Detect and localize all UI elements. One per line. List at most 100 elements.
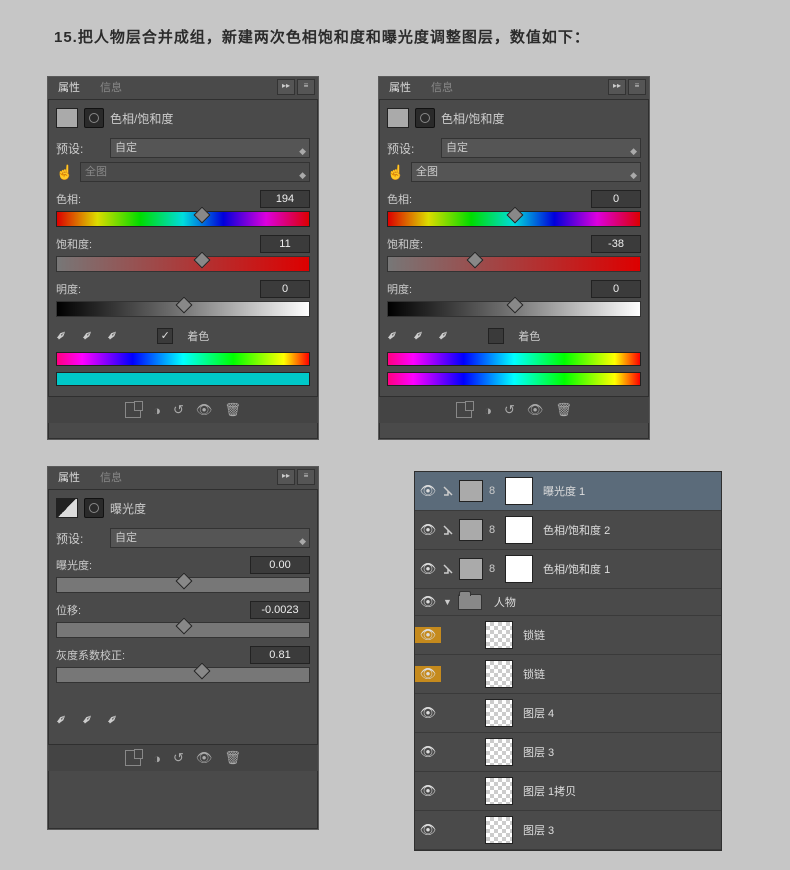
range-select[interactable]: 全图◆ [80,162,310,182]
gamma-slider[interactable] [56,667,310,683]
eyedropper-icon[interactable]: ✒ [383,325,403,345]
layer-row[interactable]: 👁 图层 4 [415,694,721,733]
view-previous-icon[interactable]: ◑ [153,751,161,766]
tab-info[interactable]: 信息 [90,467,132,489]
layer-thumb[interactable] [485,621,513,649]
tab-properties[interactable]: 属性 [379,77,421,99]
preset-select[interactable]: 自定◆ [110,138,310,158]
hand-scrubby-icon[interactable]: ☝ [56,163,74,181]
exposure-value[interactable]: 0.00 [250,556,310,574]
tab-expand-icon[interactable]: ▸▸ [608,79,626,95]
link-icon[interactable]: 8 [483,485,501,497]
layer-thumb[interactable] [485,816,513,844]
trash-icon[interactable]: 🗑 [224,750,241,766]
layer-row[interactable]: 👁 8 曝光度 1 [415,472,721,511]
eyedropper-black-icon[interactable]: ✒ [52,709,72,729]
eyedropper-icon[interactable]: ✒ [52,325,72,345]
offset-value[interactable]: -0.0023 [250,601,310,619]
layer-name[interactable]: 图层 4 [523,705,554,721]
layer-name[interactable]: 图层 3 [523,744,554,760]
preset-select[interactable]: 自定◆ [441,138,641,158]
reset-icon[interactable]: ↺ [504,402,515,418]
light-value[interactable]: 0 [591,280,641,298]
layer-name[interactable]: 人物 [494,594,516,610]
trash-icon[interactable]: 🗑 [555,402,572,418]
visibility-icon[interactable]: 👁 [415,744,441,760]
visibility-icon[interactable]: 👁 [527,402,544,418]
layer-row[interactable]: 👁 锁链 [415,655,721,694]
tab-info[interactable]: 信息 [90,77,132,99]
eyedropper-white-icon[interactable]: ✒ [103,709,123,729]
colorize-checkbox[interactable] [488,328,504,344]
eyedropper-sub-icon[interactable]: ✒ [434,325,454,345]
view-previous-icon[interactable]: ◑ [153,403,161,418]
tab-expand-icon[interactable]: ▸▸ [277,469,295,485]
eyedropper-add-icon[interactable]: ✒ [77,325,97,345]
hue-slider[interactable] [56,211,310,227]
tab-menu-icon[interactable]: ≡ [628,79,646,95]
visibility-icon[interactable]: 👁 [196,750,213,766]
visibility-icon[interactable]: 👁 [415,594,441,610]
visibility-icon[interactable]: 👁 [415,705,441,721]
layer-row[interactable]: 👁 锁链 [415,616,721,655]
tab-menu-icon[interactable]: ≡ [297,79,315,95]
layer-thumb[interactable] [485,738,513,766]
offset-slider[interactable] [56,622,310,638]
light-value[interactable]: 0 [260,280,310,298]
colorize-checkbox[interactable] [157,328,173,344]
trash-icon[interactable]: 🗑 [224,402,241,418]
hue-value[interactable]: 194 [260,190,310,208]
range-select[interactable]: 全图◆ [411,162,641,182]
layer-row[interactable]: 👁 图层 3 [415,811,721,850]
view-previous-icon[interactable]: ◑ [484,403,492,418]
hue-slider[interactable] [387,211,641,227]
visibility-icon[interactable]: 👁 [415,561,441,577]
disclosure-icon[interactable]: ▼ [443,597,452,607]
link-icon[interactable]: 8 [483,524,501,536]
preset-select[interactable]: 自定◆ [110,528,310,548]
visibility-icon[interactable]: 👁 [196,402,213,418]
mask-thumb[interactable] [505,516,533,544]
hue-value[interactable]: 0 [591,190,641,208]
visibility-icon[interactable]: 👁 [415,783,441,799]
layer-row[interactable]: 👁8色相/饱和度 2 [415,511,721,550]
visibility-icon[interactable]: 👁 [415,822,441,838]
tab-properties[interactable]: 属性 [48,77,90,99]
layer-name[interactable]: 图层 3 [523,822,554,838]
mask-thumb[interactable] [505,555,533,583]
clip-to-layer-icon[interactable] [456,402,472,418]
layer-name[interactable]: 色相/饱和度 1 [543,561,610,577]
visibility-icon[interactable]: 👁 [415,666,441,682]
layer-name[interactable]: 图层 1拷贝 [523,783,576,799]
sat-value[interactable]: 11 [260,235,310,253]
layer-thumb[interactable] [485,699,513,727]
sat-slider[interactable] [387,256,641,272]
exposure-slider[interactable] [56,577,310,593]
hand-scrubby-icon[interactable]: ☝ [387,163,405,181]
mask-thumb[interactable] [505,477,533,505]
layer-row[interactable]: 👁 图层 3 [415,733,721,772]
layer-name[interactable]: 锁链 [523,627,545,643]
layer-name[interactable]: 曝光度 1 [543,483,585,499]
eyedropper-gray-icon[interactable]: ✒ [77,709,97,729]
gamma-value[interactable]: 0.81 [250,646,310,664]
clip-to-layer-icon[interactable] [125,402,141,418]
layer-row[interactable]: 👁 图层 1拷贝 [415,772,721,811]
light-slider[interactable] [56,301,310,317]
layer-thumb[interactable] [485,660,513,688]
reset-icon[interactable]: ↺ [173,750,184,766]
sat-slider[interactable] [56,256,310,272]
layer-name[interactable]: 锁链 [523,666,545,682]
light-slider[interactable] [387,301,641,317]
link-icon[interactable]: 8 [483,563,501,575]
eyedropper-sub-icon[interactable]: ✒ [103,325,123,345]
reset-icon[interactable]: ↺ [173,402,184,418]
tab-expand-icon[interactable]: ▸▸ [277,79,295,95]
clip-to-layer-icon[interactable] [125,750,141,766]
sat-value[interactable]: -38 [591,235,641,253]
visibility-icon[interactable]: 👁 [415,627,441,643]
visibility-icon[interactable]: 👁 [415,483,441,499]
visibility-icon[interactable]: 👁 [415,522,441,538]
eyedropper-add-icon[interactable]: ✒ [408,325,428,345]
tab-info[interactable]: 信息 [421,77,463,99]
